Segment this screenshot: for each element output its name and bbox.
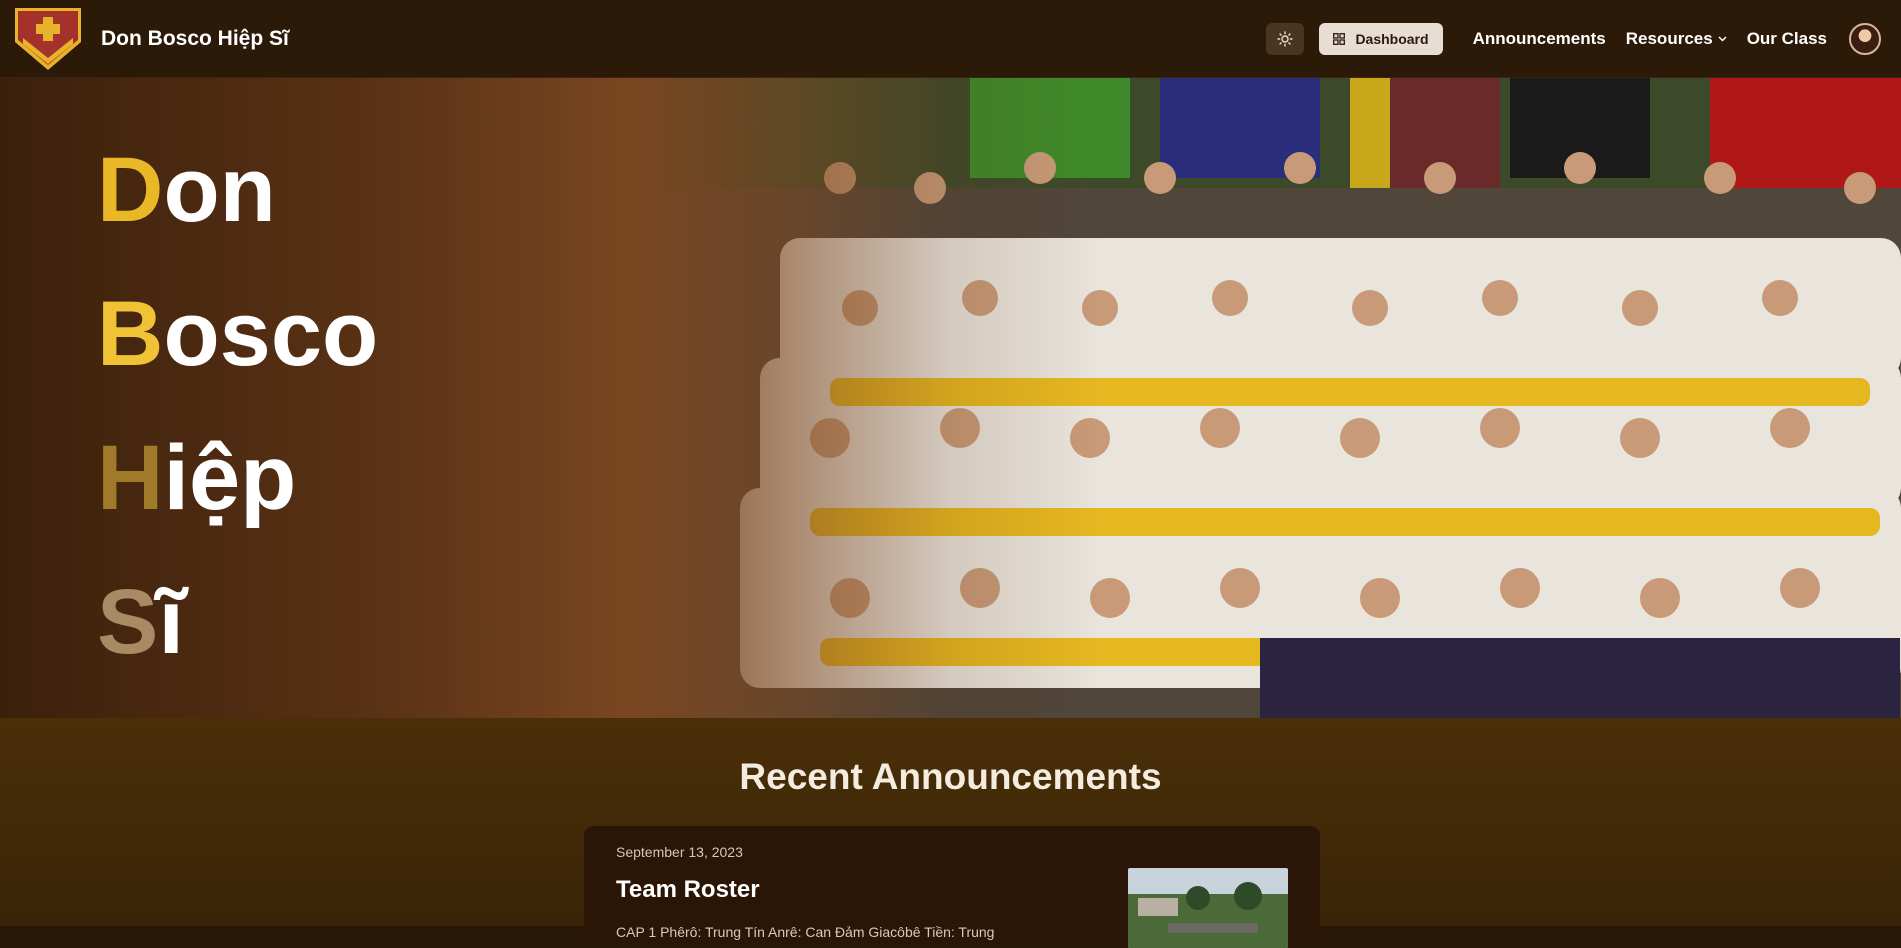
announcement-excerpt: CAP 1 Phêrô: Trung Tín Anrê: Can Đảm Gia… <box>616 924 995 940</box>
nav-our-class-label: Our Class <box>1746 29 1827 48</box>
brand[interactable]: Don Bosco Hiệp Sĩ <box>15 7 289 70</box>
nav-resources[interactable]: Resources <box>1626 29 1727 49</box>
nav-announcements[interactable]: Announcements <box>1473 29 1606 49</box>
nav-announcements-label: Announcements <box>1472 29 1606 48</box>
hero-initial: H <box>97 427 164 529</box>
announcement-title[interactable]: Team Roster <box>616 876 760 904</box>
recent-announcements-section: Recent Announcements September 13, 2023 … <box>0 718 1901 948</box>
hero-line-don: Don <box>97 118 378 262</box>
hero-word-rest: iệp <box>163 427 297 529</box>
grid-icon <box>1333 33 1346 45</box>
hero-line-hiep: Hiệp <box>97 406 378 550</box>
section-heading: Recent Announcements <box>739 756 1162 797</box>
hero-initial: D <box>97 139 164 241</box>
site-name[interactable]: Don Bosco Hiệp Sĩ <box>101 27 289 51</box>
dashboard-button[interactable]: Dashboard <box>1319 23 1443 55</box>
chevron-down-icon <box>1718 36 1727 42</box>
top-navbar: Don Bosco Hiệp Sĩ Dashboard Announcement… <box>0 0 1901 78</box>
theme-toggle-button[interactable] <box>1266 23 1305 55</box>
announcement-thumbnail[interactable] <box>1128 868 1288 948</box>
hero-word-rest: on <box>163 139 276 241</box>
sun-icon <box>1277 31 1294 47</box>
hero-line-si: Sĩ <box>97 550 378 694</box>
nav-right: Dashboard Announcements Resources Our Cl… <box>1266 0 1881 78</box>
user-avatar[interactable] <box>1849 23 1881 55</box>
hero-title: Don Bosco Hiệp Sĩ <box>97 118 378 694</box>
hero-word-rest: osco <box>163 283 379 385</box>
hero-banner: Don Bosco Hiệp Sĩ <box>0 78 1901 718</box>
announcement-date: September 13, 2023 <box>616 844 743 860</box>
nav-resources-label: Resources <box>1625 29 1713 48</box>
hero-word-rest: ĩ <box>158 571 184 673</box>
dashboard-label: Dashboard <box>1355 31 1429 47</box>
announcement-card[interactable]: September 13, 2023 Team Roster CAP 1 Phê… <box>584 826 1320 948</box>
hero-line-bosco: Bosco <box>97 262 378 406</box>
hero-initial: B <box>97 283 164 385</box>
nav-our-class[interactable]: Our Class <box>1747 29 1827 49</box>
scout-shield-logo[interactable] <box>15 7 81 70</box>
hero-initial: S <box>97 571 159 673</box>
